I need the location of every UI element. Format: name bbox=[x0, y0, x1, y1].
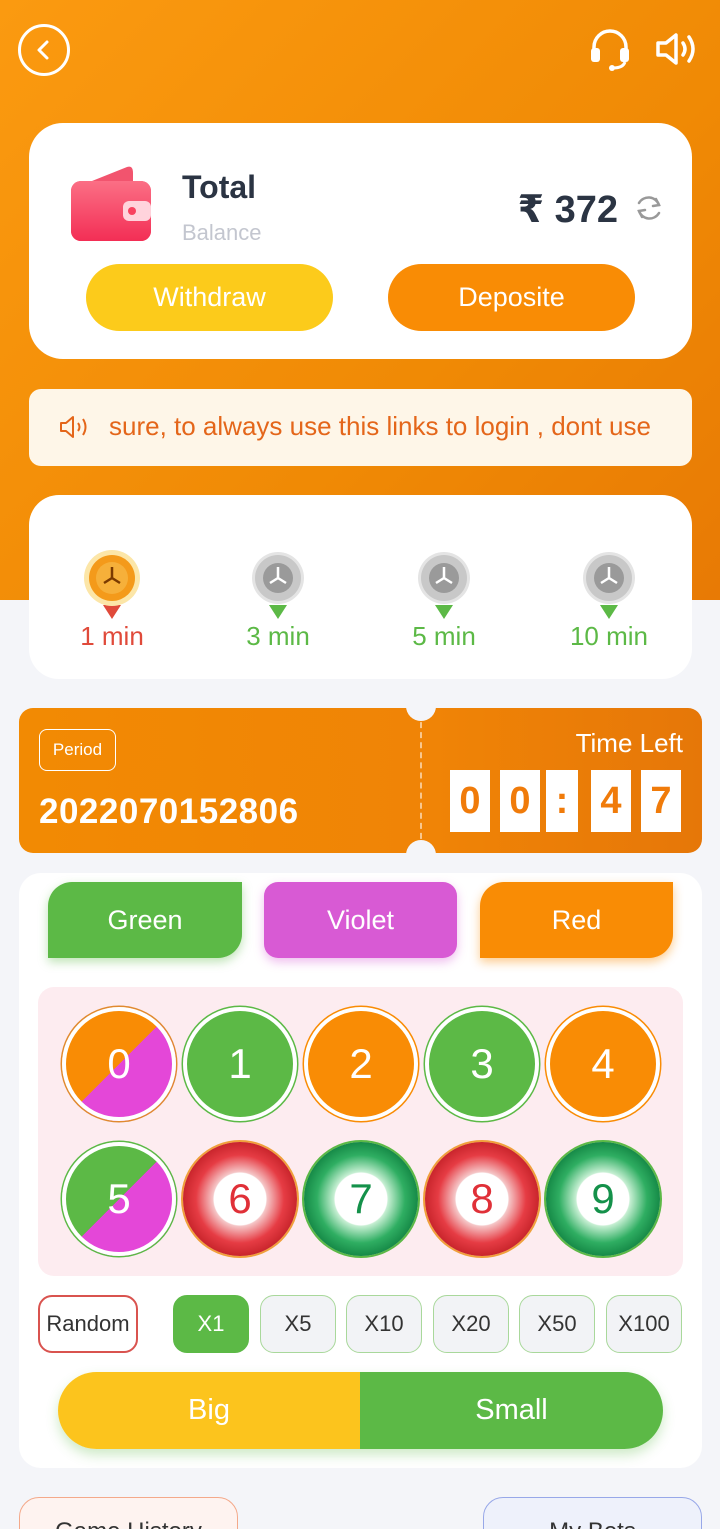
wallet-card: Total Balance ₹ 372 Withdraw Deposite bbox=[29, 123, 692, 359]
period-card: Period 2022070152806 Time Left 0 0 : 4 7 bbox=[19, 691, 702, 870]
multiplier-x20[interactable]: X20 bbox=[433, 1295, 509, 1353]
notice-bar: sure, to always use this links to login … bbox=[29, 389, 692, 466]
clock-icon bbox=[421, 555, 467, 601]
multiplier-x1[interactable]: X1 bbox=[173, 1295, 249, 1353]
speaker-icon bbox=[656, 33, 695, 65]
tab-label: 5 min bbox=[412, 621, 476, 651]
tab-3-min[interactable]: 3 min bbox=[218, 555, 338, 652]
headset-icon bbox=[591, 29, 629, 71]
number-ball-7[interactable]: 7 bbox=[304, 1142, 418, 1256]
active-indicator bbox=[103, 605, 121, 619]
small-button[interactable]: Small bbox=[360, 1372, 663, 1449]
wallet-subtitle: Balance bbox=[182, 220, 262, 245]
withdraw-button[interactable]: Withdraw bbox=[86, 264, 333, 331]
number-ball-3[interactable]: 3 bbox=[425, 1007, 539, 1121]
red-button[interactable]: Red bbox=[480, 882, 673, 958]
tab-game-history[interactable]: Game History bbox=[19, 1497, 238, 1529]
tab-5-min[interactable]: 5 min bbox=[384, 555, 504, 652]
notch bbox=[406, 840, 436, 870]
tab-my-bets[interactable]: My Bets bbox=[483, 1497, 702, 1529]
random-button[interactable]: Random bbox=[38, 1295, 138, 1353]
number-ball-0[interactable]: 0 bbox=[62, 1007, 176, 1121]
game-interval-tabs: 1 min 3 min 5 min 10 min bbox=[29, 495, 692, 679]
number-ball-8[interactable]: 8 bbox=[425, 1142, 539, 1256]
green-button[interactable]: Green bbox=[48, 882, 242, 958]
timer-separator: : bbox=[546, 770, 578, 832]
wallet-title: Total bbox=[182, 169, 257, 205]
number-ball-4[interactable]: 4 bbox=[546, 1007, 660, 1121]
timer-digit: 0 bbox=[450, 770, 490, 832]
number-grid: 0 1 2 3 4 5 6 7 8 9 bbox=[38, 987, 683, 1276]
tab-label: 10 min bbox=[569, 621, 649, 651]
back-button[interactable] bbox=[18, 24, 70, 76]
chevron-left-icon bbox=[37, 40, 49, 60]
tab-label: 1 min bbox=[80, 621, 144, 651]
number-ball-5[interactable]: 5 bbox=[62, 1142, 176, 1256]
multiplier-x10[interactable]: X10 bbox=[346, 1295, 422, 1353]
timer-digit: 0 bbox=[500, 770, 540, 832]
timer-digit: 7 bbox=[641, 770, 681, 832]
violet-button[interactable]: Violet bbox=[264, 882, 457, 958]
big-small-toggle: Big Small bbox=[58, 1372, 663, 1449]
multiplier-x50[interactable]: X50 bbox=[519, 1295, 595, 1353]
clock-icon bbox=[255, 555, 301, 601]
timer-digit: 4 bbox=[591, 770, 631, 832]
clock-icon bbox=[89, 555, 135, 601]
tab-1-min[interactable]: 1 min bbox=[52, 555, 172, 652]
tab-indicator bbox=[435, 605, 453, 619]
speaker-icon bbox=[60, 416, 87, 438]
clock-icon bbox=[586, 555, 632, 601]
refresh-icon[interactable] bbox=[634, 193, 664, 223]
number-ball-1[interactable]: 1 bbox=[183, 1007, 297, 1121]
support-button[interactable] bbox=[587, 26, 633, 77]
tab-indicator bbox=[600, 605, 618, 619]
period-number: 2022070152806 bbox=[39, 792, 299, 831]
bet-card: Green Violet Red 0 1 2 3 4 5 6 7 8 9 Ran… bbox=[19, 873, 702, 1468]
big-button[interactable]: Big bbox=[58, 1372, 360, 1449]
tab-label: 3 min bbox=[246, 621, 310, 651]
time-left-label: Time Left bbox=[575, 728, 683, 758]
tab-indicator bbox=[269, 605, 287, 619]
number-ball-6[interactable]: 6 bbox=[183, 1142, 297, 1256]
number-ball-2[interactable]: 2 bbox=[304, 1007, 418, 1121]
multiplier-x100[interactable]: X100 bbox=[606, 1295, 682, 1353]
tab-10-min[interactable]: 10 min bbox=[549, 555, 669, 652]
sound-button[interactable] bbox=[654, 30, 702, 73]
number-ball-9[interactable]: 9 bbox=[546, 1142, 660, 1256]
notch bbox=[406, 691, 436, 721]
notice-text: sure, to always use this links to login … bbox=[109, 411, 651, 441]
balance-amount: ₹ 372 bbox=[517, 189, 618, 231]
deposit-button[interactable]: Deposite bbox=[388, 264, 635, 331]
wallet-icon bbox=[71, 166, 151, 241]
divider bbox=[420, 712, 422, 849]
multiplier-x5[interactable]: X5 bbox=[260, 1295, 336, 1353]
period-badge: Period bbox=[39, 729, 116, 771]
